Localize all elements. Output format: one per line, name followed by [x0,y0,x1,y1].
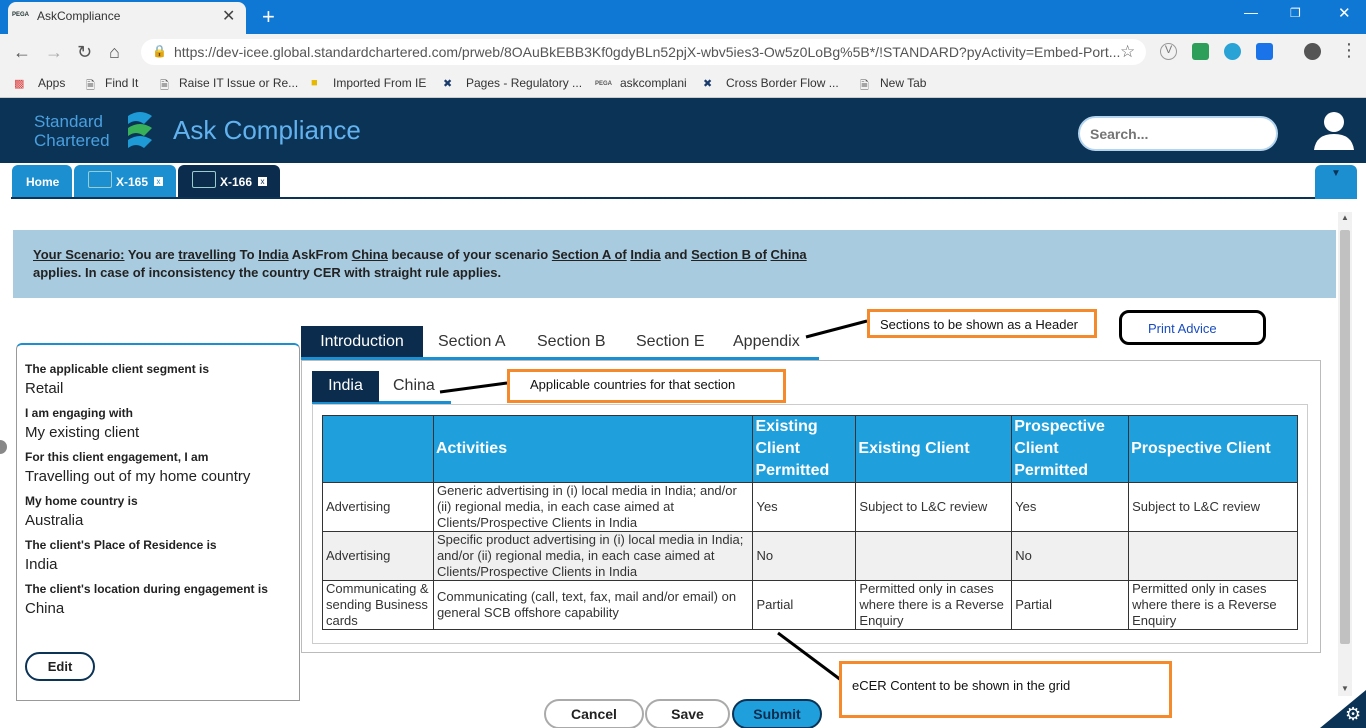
annotation-arrows [439,319,868,685]
cancel-button[interactable]: Cancel [544,699,644,728]
annotation-grid: eCER Content to be shown in the grid [839,661,1172,718]
annotation-arrow-countries [439,381,508,394]
save-button[interactable]: Save [645,699,730,728]
annotation-arrow-grid [777,631,846,685]
submit-button[interactable]: Submit [732,699,822,728]
annotation-sections: Sections to be shown as a Header [867,309,1097,338]
print-advice-link[interactable]: Print Advice [1119,310,1266,345]
annotation-arrow-sections [805,319,868,339]
annotation-countries: Applicable countries for that section [507,369,786,403]
gear-icon[interactable]: ⚙ [1345,704,1361,725]
